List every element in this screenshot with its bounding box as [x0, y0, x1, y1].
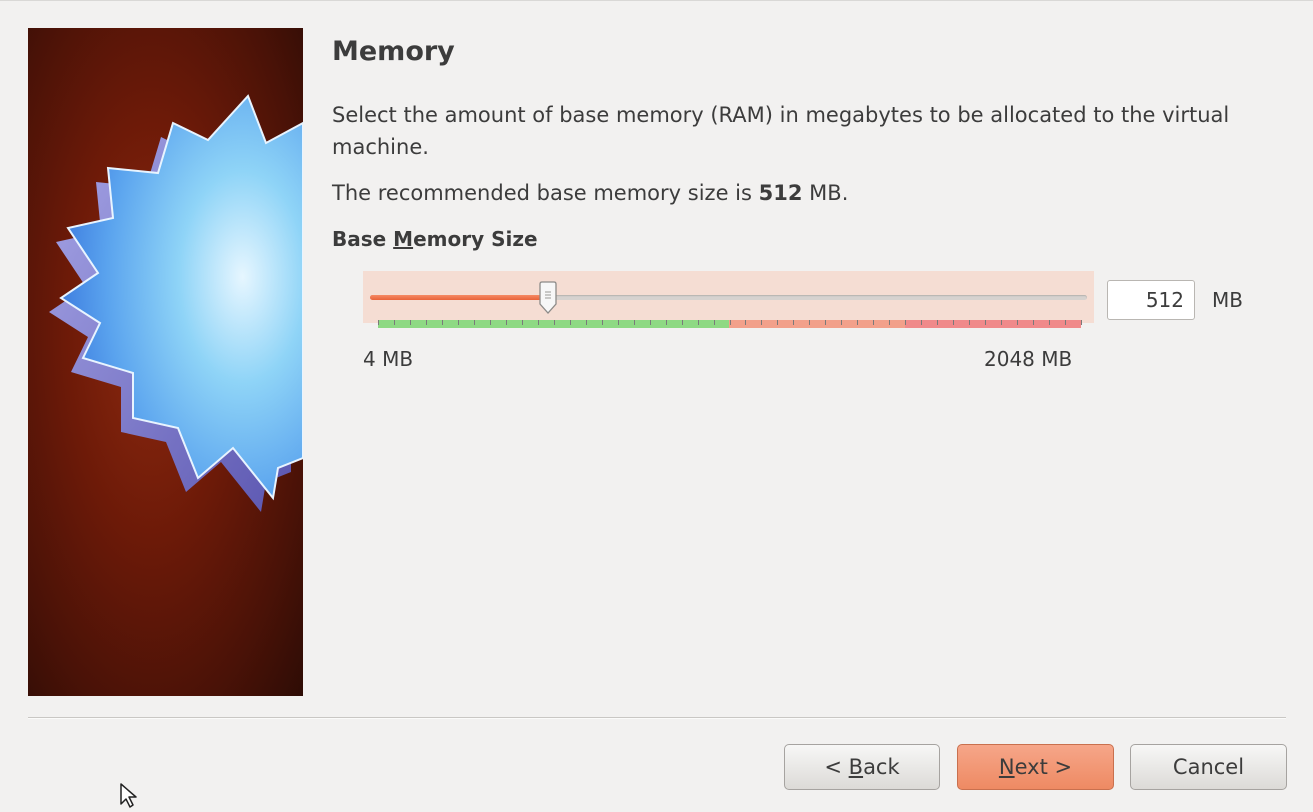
- slider-tick: [441, 320, 443, 325]
- slider-tick: [553, 320, 555, 325]
- slider-tick: [697, 320, 699, 325]
- recommended-suffix: MB.: [809, 181, 849, 205]
- slider-tick: [1049, 320, 1051, 325]
- cancel-button[interactable]: Cancel: [1130, 744, 1287, 790]
- slider-tick: [985, 320, 987, 325]
- slider-tick: [873, 320, 875, 325]
- recommended-value: 512: [758, 181, 803, 205]
- slider-tick: [777, 320, 779, 325]
- slider-tick: [569, 320, 571, 325]
- page-title: Memory: [332, 36, 455, 67]
- slider-tick: [905, 320, 907, 325]
- slider-tick: [1081, 320, 1082, 325]
- button-separator: [28, 717, 1286, 719]
- base-memory-label: Base Memory Size: [332, 227, 538, 251]
- slider-tick: [857, 320, 859, 325]
- slider-tick: [601, 320, 603, 325]
- slider-tick: [841, 320, 843, 325]
- slider-tick: [489, 320, 491, 325]
- slider-tick: [889, 320, 891, 325]
- slider-tick: [473, 320, 475, 325]
- slider-zone-danger: [904, 320, 1081, 328]
- mouse-pointer-icon: [119, 782, 143, 812]
- slider-tick: [378, 320, 379, 325]
- range-min-label: 4 MB: [363, 347, 414, 371]
- slider-tick: [713, 320, 715, 325]
- back-button[interactable]: < Back: [784, 744, 940, 790]
- memory-unit-label: MB: [1212, 288, 1243, 312]
- slider-tick: [1065, 320, 1067, 325]
- slider-tick: [393, 320, 395, 325]
- memory-slider[interactable]: [363, 271, 1094, 328]
- slider-tick: [537, 320, 539, 325]
- slider-tick: [953, 320, 955, 325]
- slider-tick: [937, 320, 939, 325]
- slider-fill: [370, 295, 549, 300]
- slider-tick: [969, 320, 971, 325]
- slider-tick: [681, 320, 683, 325]
- slider-ticks: [378, 320, 1082, 328]
- starburst-icon: [49, 94, 303, 512]
- recommended-size-text: The recommended base memory size is 512 …: [332, 177, 848, 209]
- slider-tick: [745, 320, 747, 325]
- mnemonic-m: M: [393, 227, 414, 251]
- slider-tick: [649, 320, 651, 325]
- slider-tick: [457, 320, 459, 325]
- slider-tick: [633, 320, 635, 325]
- next-button[interactable]: Next >: [957, 744, 1114, 790]
- slider-tick: [1033, 320, 1035, 325]
- slider-tick: [617, 320, 619, 325]
- page-description: Select the amount of base memory (RAM) i…: [332, 103, 1230, 159]
- slider-tick: [521, 320, 523, 325]
- memory-wizard-page: Memory Select the amount of base memory …: [0, 0, 1313, 812]
- slider-tick: [809, 320, 811, 325]
- slider-zone-warning: [728, 320, 905, 328]
- slider-tick: [665, 320, 667, 325]
- slider-tick: [425, 320, 427, 325]
- memory-size-input[interactable]: [1107, 280, 1195, 320]
- slider-tick: [505, 320, 507, 325]
- page-content: Memory Select the amount of base memory …: [332, 27, 1282, 371]
- slider-tick: [825, 320, 827, 325]
- slider-tick: [409, 320, 411, 325]
- recommended-prefix: The recommended base memory size is: [332, 181, 752, 205]
- wizard-banner: [28, 28, 303, 696]
- slider-tick: [793, 320, 795, 325]
- slider-tick: [761, 320, 763, 325]
- slider-tick: [729, 320, 731, 325]
- slider-tick: [921, 320, 923, 325]
- range-max-label: 2048 MB: [984, 347, 1073, 371]
- slider-tick: [1001, 320, 1003, 325]
- slider-tick: [585, 320, 587, 325]
- slider-handle[interactable]: [538, 281, 558, 315]
- slider-tick: [1017, 320, 1019, 325]
